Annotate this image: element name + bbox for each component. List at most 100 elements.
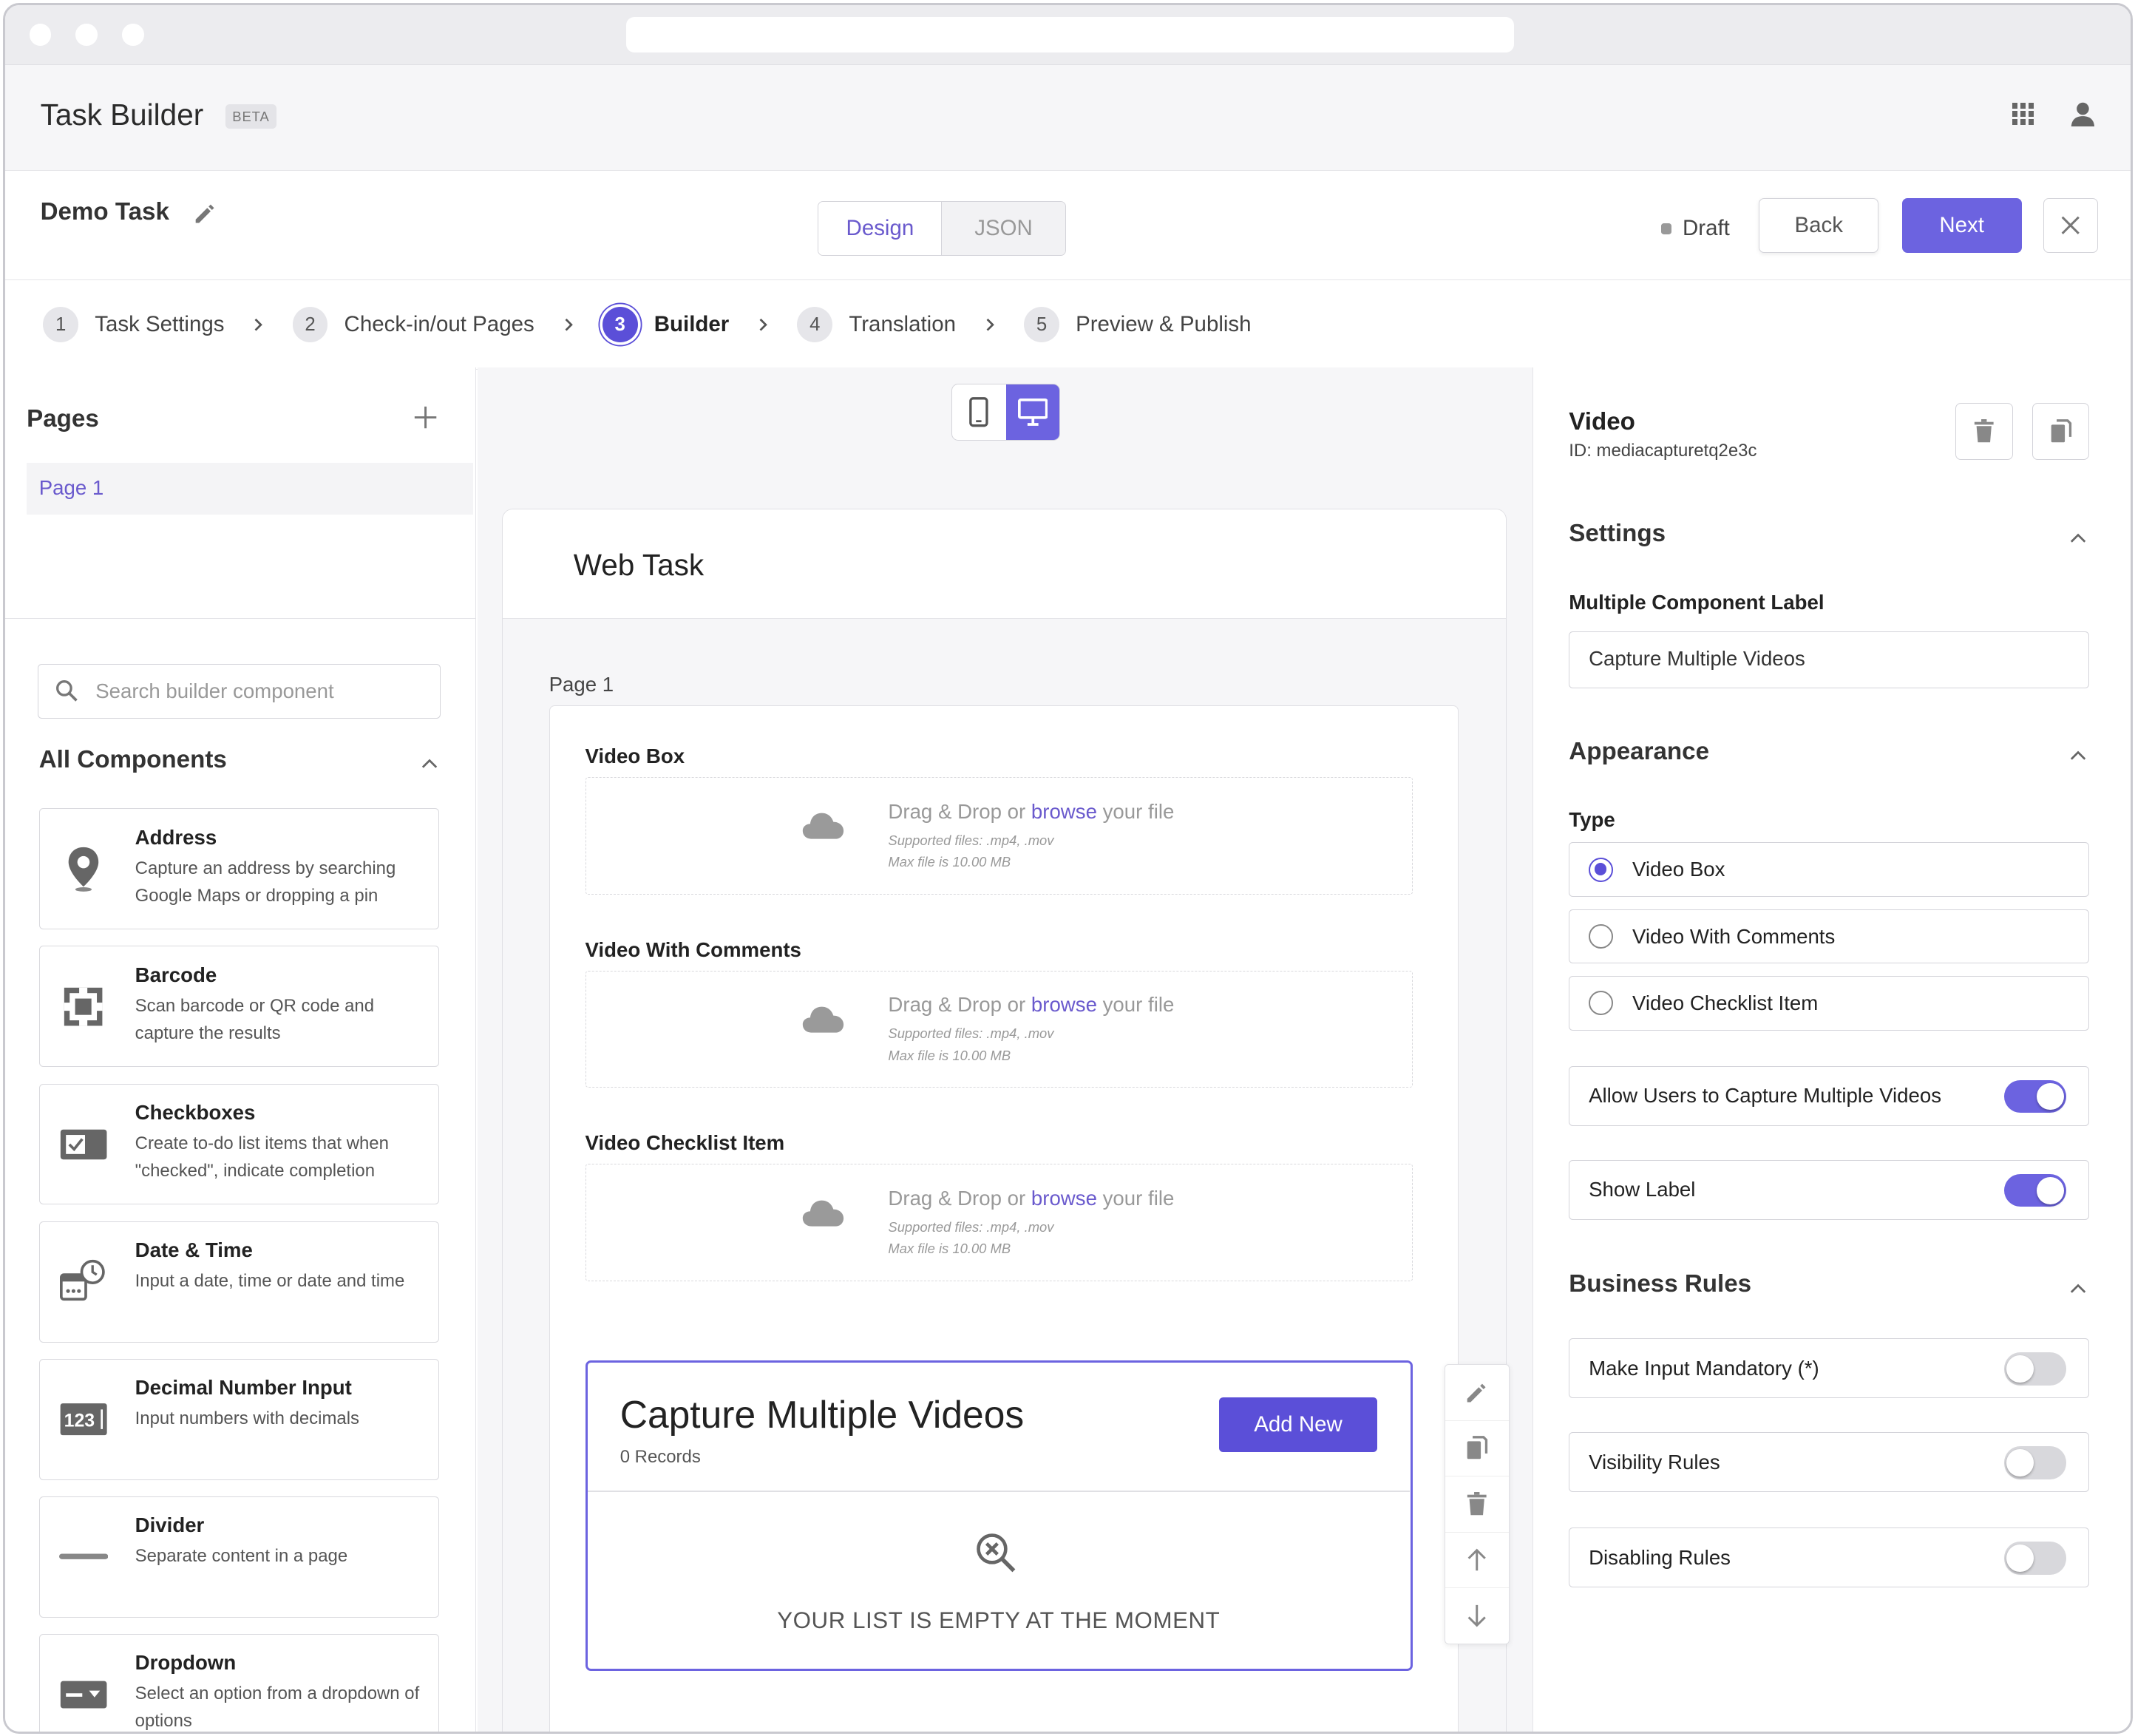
chevron-right-icon: [759, 318, 767, 331]
window-minimize-dot[interactable]: [75, 24, 98, 46]
allow-multiple-toggle[interactable]: [2003, 1079, 2067, 1113]
delete-component-button[interactable]: [1955, 402, 2013, 460]
copy-icon: [2051, 418, 2071, 442]
app-title: Task Builder: [40, 97, 204, 132]
component-card-dropdown[interactable]: Dropdown Select an option from a dropdow…: [38, 1633, 440, 1732]
component-card-checkboxes[interactable]: Checkboxes Create to-do list items that …: [38, 1083, 440, 1205]
component-search-input[interactable]: Search builder component: [37, 664, 441, 719]
step-number: 4: [797, 307, 833, 342]
supported-files-text: Supported files: .mp4, .mov: [888, 832, 1054, 848]
move-down-tool[interactable]: [1445, 1588, 1509, 1644]
capture-multiple-videos-component[interactable]: Capture Multiple Videos 0 Records Add Ne…: [585, 1360, 1413, 1671]
tab-design[interactable]: Design: [818, 201, 942, 255]
browse-link[interactable]: browse: [1031, 800, 1097, 823]
max-file-text: Max file is 10.00 MB: [888, 1047, 1011, 1063]
upload-dropzone[interactable]: Drag & Drop or browse your file Supporte…: [585, 1164, 1413, 1281]
allow-multiple-row: Allow Users to Capture Multiple Videos: [1569, 1065, 2089, 1126]
component-card-date-time[interactable]: Date & Time Input a date, time or date a…: [38, 1221, 440, 1343]
duplicate-tool[interactable]: [1445, 1421, 1510, 1477]
component-description: Input a date, time or date and time: [135, 1271, 405, 1292]
video-field-label: Video With Comments: [585, 937, 801, 961]
apps-grid-icon[interactable]: [2012, 103, 2034, 125]
pages-heading: Pages: [27, 405, 99, 433]
toggle-label: Show Label: [1589, 1178, 1696, 1201]
search-placeholder: Search builder component: [95, 679, 334, 703]
upload-dropzone[interactable]: Drag & Drop or browse your file Supporte…: [585, 970, 1413, 1088]
chevron-up-icon[interactable]: [2070, 531, 2086, 547]
supported-files-text: Supported files: .mp4, .mov: [888, 1025, 1054, 1042]
multi-label-input[interactable]: Capture Multiple Videos: [1569, 631, 2089, 689]
edit-tool[interactable]: [1445, 1365, 1510, 1421]
trash-icon: [1975, 418, 1994, 442]
view-mode-toggle: Design JSON: [818, 200, 1066, 256]
add-page-plus-icon[interactable]: [413, 405, 438, 430]
disabling-rules-toggle[interactable]: [2003, 1542, 2067, 1575]
step-check-in-out[interactable]: 2 Check-in/out Pages: [292, 307, 534, 342]
arrow-up-icon: [1467, 1548, 1486, 1571]
browse-link[interactable]: browse: [1031, 993, 1097, 1016]
step-label: Preview & Publish: [1076, 312, 1252, 337]
search-icon: [55, 680, 78, 702]
mandatory-toggle[interactable]: [2003, 1352, 2067, 1386]
page-list-item[interactable]: Page 1: [27, 462, 474, 515]
chevron-up-icon[interactable]: [2070, 748, 2086, 764]
copy-icon: [1467, 1436, 1488, 1459]
toggle-label: Make Input Mandatory (*): [1589, 1356, 1819, 1380]
component-type-title: Video: [1569, 407, 1635, 435]
component-card-decimal-number[interactable]: 123 Decimal Number Input Input numbers w…: [38, 1358, 440, 1480]
mobile-view-button[interactable]: [952, 384, 1006, 440]
user-icon[interactable]: [2069, 101, 2097, 128]
page-label: Page 1: [549, 673, 614, 696]
device-toggle: [951, 383, 1061, 441]
component-card-barcode[interactable]: Barcode Scan barcode or QR code and capt…: [38, 946, 440, 1068]
upload-text: Drag & Drop or browse your file: [888, 1186, 1175, 1210]
close-button[interactable]: [2043, 198, 2098, 253]
status-square-icon: [1660, 223, 1672, 234]
move-up-tool[interactable]: [1445, 1533, 1510, 1589]
disabling-rules-row: Disabling Rules: [1569, 1528, 2089, 1588]
location-pin-icon: [68, 847, 98, 892]
type-option-video-with-comments[interactable]: Video With Comments: [1569, 909, 2089, 964]
all-components-heading: All Components: [38, 745, 227, 773]
step-translation[interactable]: 4 Translation: [797, 307, 956, 342]
step-task-settings[interactable]: 1 Task Settings: [43, 307, 224, 342]
chevron-up-icon[interactable]: [421, 756, 438, 773]
step-label: Builder: [654, 312, 730, 337]
edit-pencil-icon[interactable]: [193, 201, 217, 226]
chevron-right-icon: [986, 318, 994, 331]
chevron-up-icon[interactable]: [2070, 1281, 2086, 1298]
tab-json[interactable]: JSON: [941, 201, 1065, 255]
add-new-button[interactable]: Add New: [1219, 1397, 1377, 1453]
window-maximize-dot[interactable]: [122, 24, 144, 46]
component-title: Date & Time: [135, 1238, 253, 1261]
app-header: Task Builder BETA: [4, 64, 2131, 172]
step-label: Task Settings: [95, 312, 225, 337]
toggle-label: Disabling Rules: [1589, 1545, 1731, 1569]
component-id: ID: mediacapturetq2e3c: [1569, 441, 1757, 461]
show-label-toggle[interactable]: [2003, 1174, 2067, 1207]
component-card-address[interactable]: Address Capture an address by searching …: [38, 808, 440, 930]
window-close-dot[interactable]: [29, 24, 52, 46]
arrow-down-icon: [1467, 1605, 1486, 1627]
browse-link[interactable]: browse: [1031, 1187, 1097, 1210]
number-input-icon: 123: [60, 1403, 107, 1436]
step-builder[interactable]: 3 Builder: [602, 307, 730, 342]
visibility-rules-toggle[interactable]: [2003, 1446, 2067, 1479]
cloud-upload-icon: [802, 813, 844, 840]
back-button[interactable]: Back: [1759, 198, 1879, 253]
component-card-divider[interactable]: Divider Separate content in a page: [38, 1496, 440, 1618]
step-number: 3: [602, 307, 638, 342]
upload-dropzone[interactable]: Drag & Drop or browse your file Supporte…: [585, 777, 1413, 895]
copy-component-button[interactable]: [2032, 402, 2089, 460]
delete-tool[interactable]: [1445, 1476, 1510, 1533]
address-bar[interactable]: [625, 17, 1514, 53]
step-label: Check-in/out Pages: [344, 312, 534, 337]
type-option-video-checklist-item[interactable]: Video Checklist Item: [1569, 976, 2089, 1031]
next-button[interactable]: Next: [1901, 198, 2022, 253]
step-preview-publish[interactable]: 5 Preview & Publish: [1024, 307, 1252, 342]
type-option-video-box[interactable]: Video Box: [1569, 842, 2089, 898]
desktop-view-button[interactable]: [1005, 384, 1060, 441]
close-icon: [2061, 216, 2080, 235]
appearance-heading: Appearance: [1569, 737, 1709, 765]
divider: [4, 617, 476, 620]
